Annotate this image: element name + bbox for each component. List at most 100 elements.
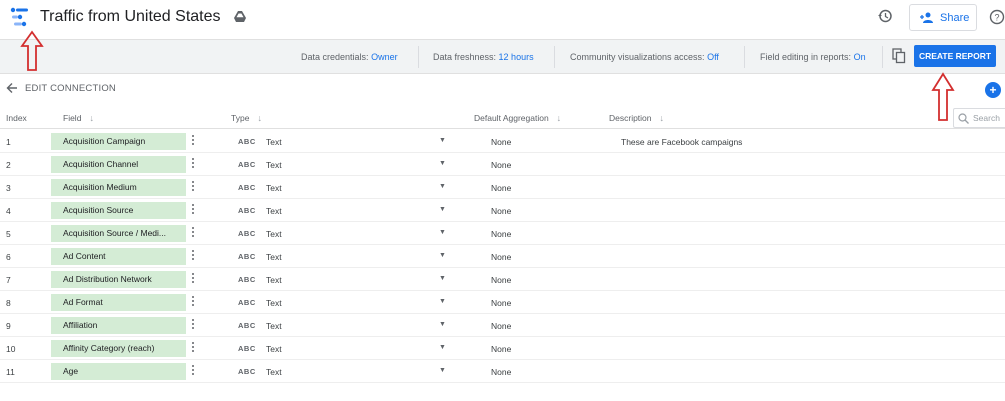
aggregation-value[interactable]: None — [491, 298, 511, 308]
data-source-info-bar: Data credentials: Owner Data freshness: … — [0, 39, 1005, 74]
table-row[interactable]: 1 Acquisition Campaign ABC Text ▼ None T… — [0, 130, 1005, 153]
table-row[interactable]: 5 Acquisition Source / Medi... ABC Text … — [0, 222, 1005, 245]
type-select[interactable]: Text — [266, 183, 282, 193]
chevron-down-icon[interactable]: ▼ — [439, 183, 446, 190]
aggregation-value[interactable]: None — [491, 229, 511, 239]
data-studio-logo-icon[interactable] — [9, 7, 31, 27]
field-editing-value[interactable]: On — [854, 52, 866, 62]
aggregation-value[interactable]: None — [491, 206, 511, 216]
row-index: 1 — [6, 137, 11, 147]
sort-arrow-icon[interactable]: ↓ — [660, 113, 665, 123]
community-visualizations-value[interactable]: Off — [707, 52, 719, 62]
type-select[interactable]: Text — [266, 275, 282, 285]
aggregation-value[interactable]: None — [491, 321, 511, 331]
chevron-down-icon[interactable]: ▼ — [439, 206, 446, 213]
type-select[interactable]: Text — [266, 321, 282, 331]
aggregation-value[interactable]: None — [491, 367, 511, 377]
more-options-icon[interactable] — [192, 272, 195, 286]
aggregation-value[interactable]: None — [491, 160, 511, 170]
chevron-down-icon[interactable]: ▼ — [439, 321, 446, 328]
more-options-icon[interactable] — [192, 249, 195, 263]
version-history-icon[interactable] — [877, 8, 893, 24]
aggregation-column-header[interactable]: Default Aggregation ↓ — [474, 113, 561, 123]
table-row[interactable]: 6 Ad Content ABC Text ▼ None — [0, 245, 1005, 268]
chevron-down-icon[interactable]: ▼ — [439, 275, 446, 282]
table-row[interactable]: 8 Ad Format ABC Text ▼ None — [0, 291, 1005, 314]
sort-arrow-icon[interactable]: ↓ — [89, 113, 94, 123]
more-options-icon[interactable] — [192, 318, 195, 332]
more-options-icon[interactable] — [192, 180, 195, 194]
data-credentials-info: Data credentials: Owner — [301, 52, 398, 62]
table-row[interactable]: 11 Age ABC Text ▼ None — [0, 360, 1005, 383]
type-select[interactable]: Text — [266, 229, 282, 239]
table-row[interactable]: 9 Affiliation ABC Text ▼ None — [0, 314, 1005, 337]
table-row[interactable]: 2 Acquisition Channel ABC Text ▼ None — [0, 153, 1005, 176]
field-name-chip[interactable]: Affinity Category (reach) — [51, 340, 186, 357]
google-drive-icon — [234, 11, 246, 22]
type-select[interactable]: Text — [266, 206, 282, 216]
community-visualizations-info: Community visualizations access: Off — [570, 52, 719, 62]
page-title[interactable]: Traffic from United States — [40, 8, 221, 26]
chevron-down-icon[interactable]: ▼ — [439, 344, 446, 351]
copy-icon[interactable] — [892, 48, 906, 64]
field-column-header[interactable]: Field ↓ — [63, 113, 94, 123]
field-name-chip[interactable]: Ad Distribution Network — [51, 271, 186, 288]
row-index: 9 — [6, 321, 11, 331]
aggregation-value[interactable]: None — [491, 183, 511, 193]
more-options-icon[interactable] — [192, 364, 195, 378]
field-name-chip[interactable]: Acquisition Medium — [51, 179, 186, 196]
text-type-icon: ABC — [238, 344, 256, 353]
type-select[interactable]: Text — [266, 298, 282, 308]
field-search-input[interactable]: Search — [953, 108, 1005, 128]
field-name-chip[interactable]: Acquisition Campaign — [51, 133, 186, 150]
aggregation-value[interactable]: None — [491, 275, 511, 285]
description-field[interactable]: These are Facebook campaigns — [621, 137, 742, 147]
text-type-icon: ABC — [238, 183, 256, 192]
back-arrow-icon[interactable] — [6, 82, 18, 94]
type-select[interactable]: Text — [266, 344, 282, 354]
field-name-chip[interactable]: Acquisition Source / Medi... — [51, 225, 186, 242]
aggregation-value[interactable]: None — [491, 137, 511, 147]
type-select[interactable]: Text — [266, 367, 282, 377]
chevron-down-icon[interactable]: ▼ — [439, 160, 446, 167]
data-credentials-value[interactable]: Owner — [371, 52, 398, 62]
field-name-chip[interactable]: Ad Format — [51, 294, 186, 311]
more-options-icon[interactable] — [192, 341, 195, 355]
chevron-down-icon[interactable]: ▼ — [439, 137, 446, 144]
field-name-chip[interactable]: Ad Content — [51, 248, 186, 265]
table-row[interactable]: 3 Acquisition Medium ABC Text ▼ None — [0, 176, 1005, 199]
type-select[interactable]: Text — [266, 252, 282, 262]
data-credentials-label: Data credentials: — [301, 52, 369, 62]
chevron-down-icon[interactable]: ▼ — [439, 229, 446, 236]
type-select[interactable]: Text — [266, 160, 282, 170]
table-row[interactable]: 4 Acquisition Source ABC Text ▼ None — [0, 199, 1005, 222]
chevron-down-icon[interactable]: ▼ — [439, 367, 446, 374]
sort-arrow-icon[interactable]: ↓ — [257, 113, 262, 123]
chevron-down-icon[interactable]: ▼ — [439, 298, 446, 305]
more-options-icon[interactable] — [192, 203, 195, 217]
edit-connection-link[interactable]: EDIT CONNECTION — [25, 83, 116, 94]
table-row[interactable]: 7 Ad Distribution Network ABC Text ▼ Non… — [0, 268, 1005, 291]
table-row[interactable]: 10 Affinity Category (reach) ABC Text ▼ … — [0, 337, 1005, 360]
share-button[interactable]: Share — [909, 4, 977, 31]
more-options-icon[interactable] — [192, 226, 195, 240]
aggregation-value[interactable]: None — [491, 252, 511, 262]
type-column-header[interactable]: Type ↓ — [231, 113, 262, 123]
add-field-button[interactable]: + — [985, 82, 1001, 98]
data-freshness-value[interactable]: 12 hours — [499, 52, 534, 62]
create-report-button[interactable]: CREATE REPORT — [914, 45, 996, 67]
help-icon[interactable]: ? — [989, 9, 1005, 25]
field-name-chip[interactable]: Acquisition Source — [51, 202, 186, 219]
description-column-header[interactable]: Description ↓ — [609, 113, 664, 123]
type-select[interactable]: Text — [266, 137, 282, 147]
chevron-down-icon[interactable]: ▼ — [439, 252, 446, 259]
field-name-chip[interactable]: Age — [51, 363, 186, 380]
more-options-icon[interactable] — [192, 134, 195, 148]
more-options-icon[interactable] — [192, 295, 195, 309]
field-name-chip[interactable]: Affiliation — [51, 317, 186, 334]
more-options-icon[interactable] — [192, 157, 195, 171]
sort-arrow-icon[interactable]: ↓ — [557, 113, 562, 123]
aggregation-value[interactable]: None — [491, 344, 511, 354]
field-name-chip[interactable]: Acquisition Channel — [51, 156, 186, 173]
search-placeholder: Search — [973, 113, 1000, 123]
